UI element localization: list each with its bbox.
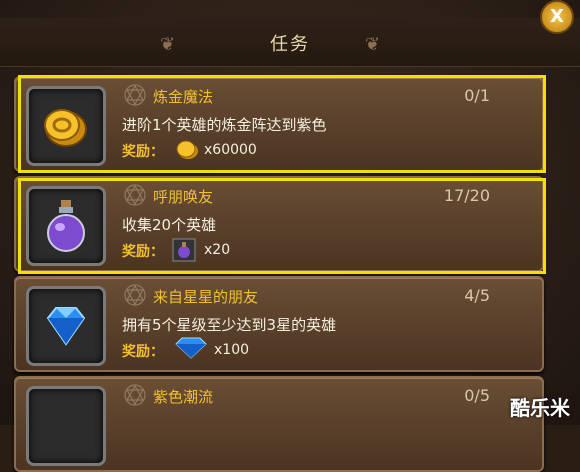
- task-card-purple-trend[interactable]: 紫色潮流 0/5: [14, 376, 544, 472]
- hexagram-icon: [124, 184, 146, 206]
- potion-icon: [172, 238, 196, 262]
- hexagram-icon: [124, 84, 146, 106]
- task-title: 呼朋唤友: [153, 188, 214, 206]
- reward-amount: x20: [204, 242, 231, 258]
- task-icon-frame: [26, 86, 106, 166]
- watermark: 酷乐米: [510, 396, 570, 420]
- gold-coin-icon: [44, 109, 87, 147]
- task-icon-frame: [26, 386, 106, 466]
- task-card-alchemy[interactable]: 炼金魔法 0/1 进阶1个英雄的炼金阵达到紫色 奖励： x60000: [14, 76, 544, 172]
- diamond-icon: [46, 307, 86, 346]
- reward-label: 奖励：: [122, 344, 164, 360]
- diamond-icon: [175, 337, 207, 359]
- task-progress: 4/5: [464, 286, 490, 305]
- task-card-star-friends[interactable]: 来自星星的朋友 4/5 拥有5个星级至少达到3星的英雄 奖励： x100: [14, 276, 544, 372]
- task-card-recruit[interactable]: 呼朋唤友 17/20 收集20个英雄 奖励： x20: [14, 176, 544, 272]
- task-progress: 17/20: [443, 186, 490, 205]
- reward-label: 奖励：: [122, 244, 164, 260]
- potion-icon: [47, 200, 85, 252]
- task-progress: 0/1: [464, 86, 490, 105]
- quest-panel: ❦ 任务 ❦ X 炼金魔法 0/1 进阶1个英雄的炼金阵达到紫色 奖励： x60…: [0, 0, 580, 472]
- task-icon-frame: [26, 286, 106, 366]
- reward-amount: x60000: [204, 142, 257, 158]
- close-button[interactable]: X: [540, 0, 574, 34]
- right-ornament-icon: ❦: [365, 34, 381, 55]
- reward-label: 奖励：: [122, 144, 164, 160]
- task-description: 收集20个英雄: [122, 216, 217, 234]
- hexagram-icon: [124, 384, 146, 406]
- task-icon-frame: [26, 186, 106, 266]
- task-title: 紫色潮流: [153, 388, 214, 406]
- task-progress: 0/5: [464, 386, 490, 405]
- task-title: 炼金魔法: [153, 88, 214, 106]
- task-title: 来自星星的朋友: [153, 288, 259, 306]
- task-description: 拥有5个星级至少达到3星的英雄: [122, 316, 337, 334]
- task-description: 进阶1个英雄的炼金阵达到紫色: [122, 116, 327, 134]
- hexagram-icon: [124, 284, 146, 306]
- page-title: 任务: [270, 34, 310, 55]
- reward-amount: x100: [214, 342, 250, 358]
- gold-coin-icon: [176, 140, 198, 159]
